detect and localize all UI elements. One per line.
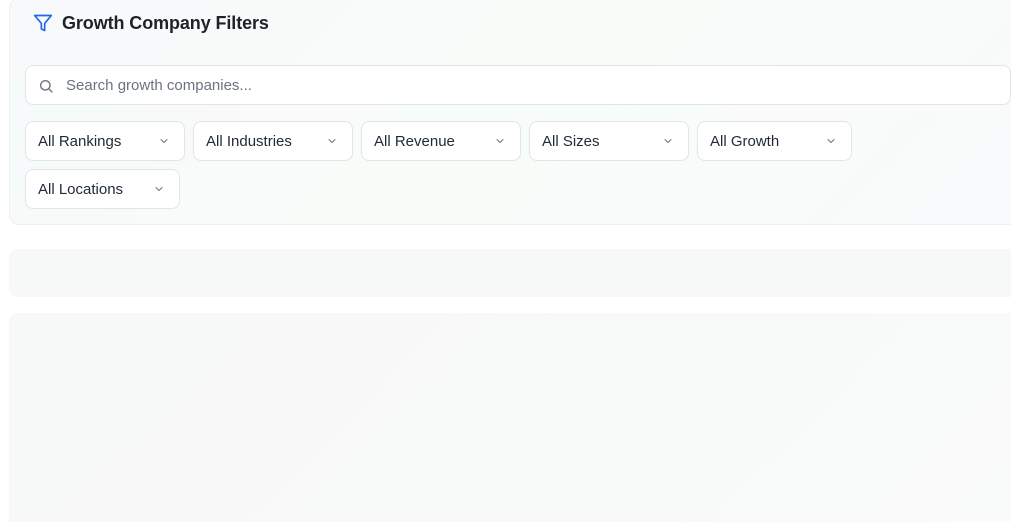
locations-select-label: All Locations: [38, 180, 124, 198]
page: Growth Company Filters All Rankings All …: [0, 0, 1011, 522]
page-title: Growth Company Filters: [62, 12, 269, 33]
rankings-select[interactable]: All Rankings: [25, 121, 185, 161]
filter-panel-header: Growth Company Filters: [33, 11, 269, 35]
loading-placeholder-bar: [9, 249, 1011, 297]
locations-select[interactable]: All Locations: [25, 169, 180, 209]
chevron-down-icon: [496, 139, 504, 143]
search-box[interactable]: [25, 65, 1011, 105]
chevron-down-icon: [328, 139, 336, 143]
revenue-select[interactable]: All Revenue: [361, 121, 521, 161]
chevron-down-icon: [827, 139, 835, 143]
sizes-select[interactable]: All Sizes: [529, 121, 689, 161]
industries-select-label: All Industries: [206, 132, 292, 150]
sizes-select-label: All Sizes: [542, 132, 600, 150]
chevron-down-icon: [155, 187, 163, 191]
chevron-down-icon: [160, 139, 168, 143]
growth-select-label: All Growth: [710, 132, 780, 150]
loading-placeholder-panel: [9, 313, 1011, 522]
search-icon: [38, 78, 54, 94]
chevron-down-icon: [664, 139, 672, 143]
filter-icon: [33, 13, 53, 33]
growth-select[interactable]: All Growth: [697, 121, 852, 161]
rankings-select-label: All Rankings: [38, 132, 122, 150]
search-input[interactable]: [66, 66, 986, 104]
industries-select[interactable]: All Industries: [193, 121, 353, 161]
revenue-select-label: All Revenue: [374, 132, 455, 150]
